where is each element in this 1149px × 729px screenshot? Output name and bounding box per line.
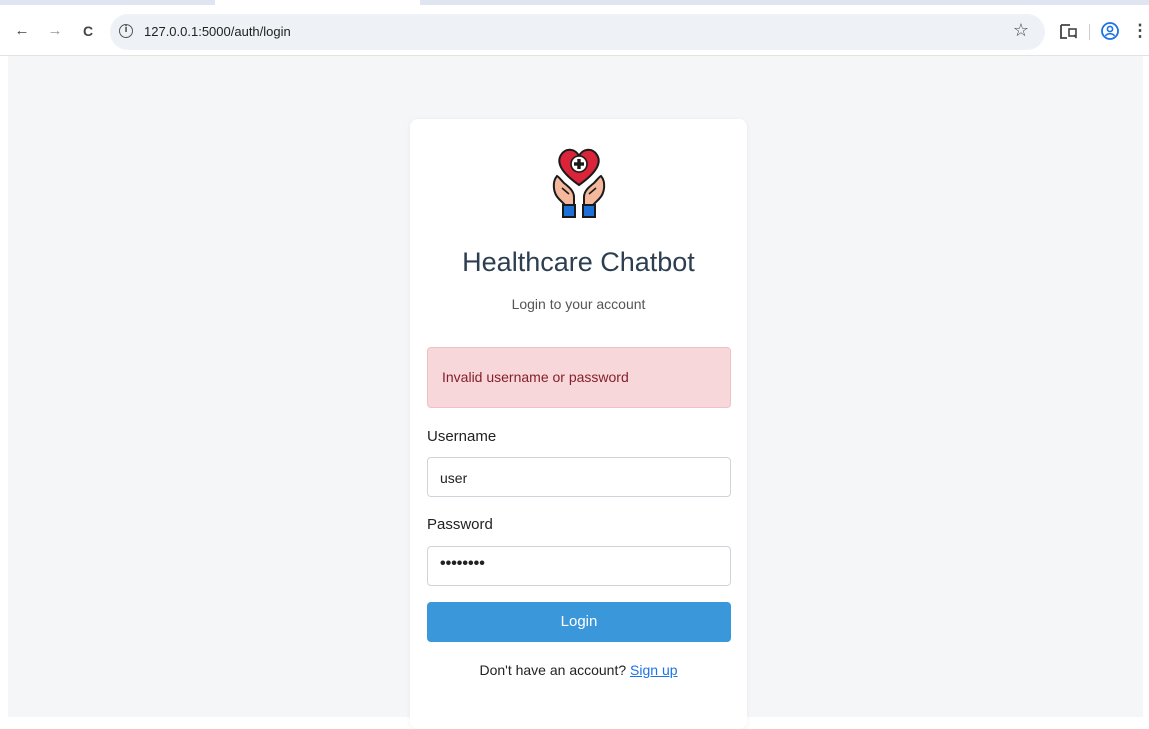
signup-row: Don't have an account? Sign up [410,662,747,678]
login-card: Healthcare Chatbot Login to your account… [410,119,747,729]
username-value: user [440,470,468,486]
profile-icon[interactable] [1099,20,1121,42]
app-title: Healthcare Chatbot [462,247,695,277]
password-masked-value: •••••••• [440,555,485,572]
address-bar[interactable]: i 127.0.0.1:5000/auth/login ☆ [110,14,1045,50]
forward-icon[interactable]: → [45,21,65,41]
toolbar-divider [1089,24,1090,40]
login-subtitle: Login to your account [511,296,646,312]
browser-toolbar: ← → C i 127.0.0.1:5000/auth/login ☆ ⋮ [0,5,1149,56]
password-input[interactable]: •••••••• [427,546,731,586]
more-menu-icon[interactable]: ⋮ [1130,21,1149,41]
error-alert: Invalid username or password [427,347,731,408]
signup-prompt: Don't have an account? [479,662,627,678]
site-info-icon[interactable]: i [119,24,133,38]
healthcare-hands-heart-logo [552,148,606,218]
reload-icon[interactable]: C [78,21,98,41]
signup-link[interactable]: Sign up [630,662,677,678]
username-label: Username [427,428,497,445]
page-edge-left [0,56,8,717]
username-input[interactable]: user [427,457,731,497]
error-alert-text: Invalid username or password [442,369,629,385]
login-button[interactable]: Login [427,602,731,642]
lens-search-icon[interactable] [1057,20,1079,42]
page-edge-right [1143,56,1149,717]
bookmark-star-icon[interactable]: ☆ [1013,20,1029,41]
password-label: Password [427,516,493,533]
back-icon[interactable]: ← [12,21,32,41]
url-text[interactable]: 127.0.0.1:5000/auth/login [144,24,291,39]
